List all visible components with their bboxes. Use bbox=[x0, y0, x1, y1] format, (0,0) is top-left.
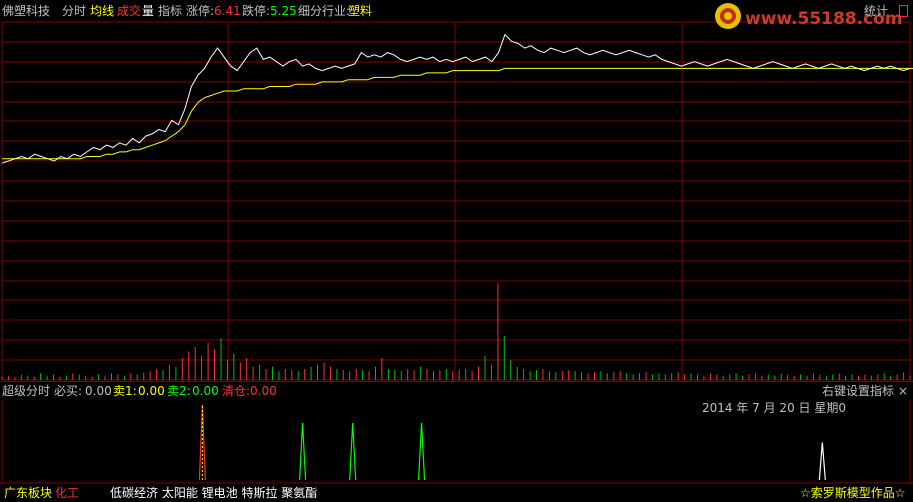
must-buy-value: 0.00 bbox=[85, 384, 112, 398]
tab-junxian[interactable]: 均线 bbox=[90, 4, 114, 18]
limit-up-value: 6.41 bbox=[214, 4, 241, 18]
signal-mark-sell1 bbox=[417, 422, 426, 481]
tab-zhibiao[interactable]: 指标 bbox=[158, 4, 182, 18]
sell1-value: 0.00 bbox=[138, 384, 165, 398]
limit-up-label: 涨停: bbox=[186, 4, 215, 18]
industry-label: 细分行业: bbox=[298, 4, 351, 18]
header-bar: 佛塑科技 分时 均线 成交 量 指标 涨停: 6.41 跌停: 5.25 细分行… bbox=[0, 0, 913, 29]
region-tag[interactable]: 广东板块 bbox=[4, 486, 52, 500]
clear-label: 清仓: bbox=[222, 384, 251, 398]
price-line bbox=[1, 33, 911, 164]
date-label: 2014 年 7 月 20 日 星期0 bbox=[702, 401, 846, 415]
sell1-label: 卖1: bbox=[113, 384, 137, 398]
signal-mark-sell1 bbox=[349, 422, 357, 481]
stock-name: 佛塑科技 bbox=[2, 4, 51, 18]
close-icon[interactable]: × bbox=[898, 384, 908, 398]
industry-value: 塑料 bbox=[348, 4, 373, 18]
sell2-value: 0.00 bbox=[192, 384, 219, 398]
bottom-bar: 广东板块 化工 低碳经济 太阳能 锂电池 特斯拉 聚氨酯 ☆索罗斯模型作品☆ bbox=[0, 484, 913, 502]
sector-tag[interactable]: 化工 bbox=[55, 486, 79, 500]
concept-tags[interactable]: 低碳经济 太阳能 锂电池 特斯拉 聚氨酯 bbox=[110, 486, 317, 500]
indicator-bar: 超级分时 必买: 0.00 卖1: 0.00 卖2: 0.00 清仓: 0.00… bbox=[0, 381, 913, 400]
stats-button[interactable]: 统计 bbox=[864, 4, 888, 18]
window-toggle-icon[interactable] bbox=[899, 5, 908, 17]
tab-chengjiao[interactable]: 成交 bbox=[117, 4, 141, 18]
indicator-name[interactable]: 超级分时 bbox=[2, 384, 50, 398]
tab-liang[interactable]: 量 bbox=[142, 4, 154, 18]
signal-mark-sell1 bbox=[298, 422, 307, 481]
limit-down-label: 跌停: bbox=[242, 4, 271, 18]
site-logo-icon bbox=[715, 3, 741, 29]
must-buy-label: 必买: bbox=[54, 384, 83, 398]
tab-fenshi[interactable]: 分时 bbox=[62, 4, 86, 18]
sell2-label: 卖2: bbox=[167, 384, 191, 398]
clear-value: 0.00 bbox=[250, 384, 277, 398]
signal-mark-clear bbox=[818, 442, 826, 481]
author-credit: ☆索罗斯模型作品☆ bbox=[800, 486, 906, 500]
right-click-settings[interactable]: 右键设置指标 bbox=[822, 384, 894, 398]
limit-down-value: 5.25 bbox=[270, 4, 297, 18]
